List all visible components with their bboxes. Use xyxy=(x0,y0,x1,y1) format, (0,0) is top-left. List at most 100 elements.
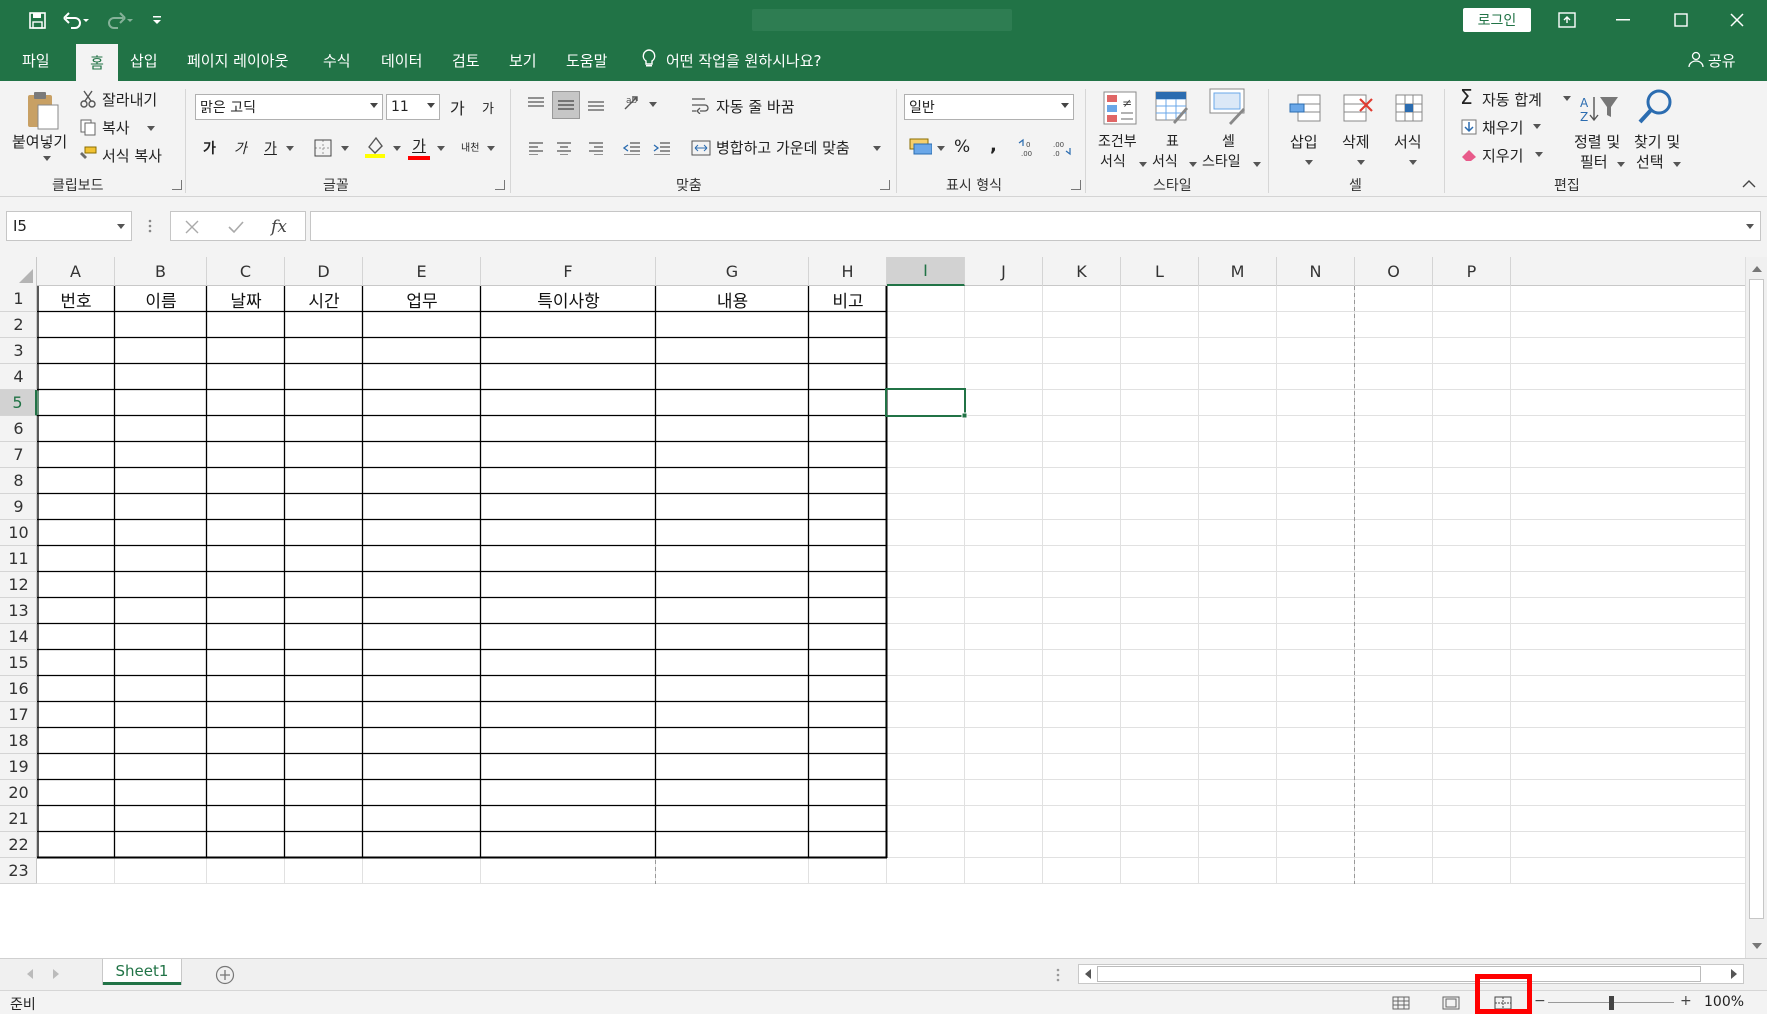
align-bottom-icon[interactable] xyxy=(584,93,608,115)
tab-split-handle-icon[interactable] xyxy=(1054,967,1062,983)
cell-styles-icon[interactable] xyxy=(1208,87,1248,127)
find-select-label-1[interactable]: 찾기 및 xyxy=(1634,131,1680,152)
column-header-i[interactable]: I xyxy=(887,257,965,286)
row-header-16[interactable]: 16 xyxy=(0,676,37,702)
row-header-19[interactable]: 19 xyxy=(0,754,37,780)
column-header-o[interactable]: O xyxy=(1355,257,1433,286)
column-header-e[interactable]: E xyxy=(363,257,481,286)
tab-review[interactable]: 검토 xyxy=(452,40,480,81)
formula-input[interactable] xyxy=(310,211,1761,241)
fill-color-icon[interactable] xyxy=(362,133,388,161)
tab-data[interactable]: 데이터 xyxy=(381,40,422,81)
font-launcher-icon[interactable] xyxy=(495,180,505,190)
fill-dropdown-icon[interactable] xyxy=(1530,121,1541,131)
merge-center-label[interactable]: 병합하고 가운데 맞춤 xyxy=(716,137,850,158)
fill-handle[interactable] xyxy=(961,412,968,419)
conditional-formatting-icon[interactable]: ≠ xyxy=(1102,89,1138,127)
vertical-scroll-thumb[interactable] xyxy=(1749,279,1764,919)
format-as-table-label-1[interactable]: 표 xyxy=(1166,131,1179,151)
align-left-icon[interactable] xyxy=(524,137,548,159)
merge-dropdown-icon[interactable] xyxy=(870,141,881,155)
align-top-icon[interactable] xyxy=(524,93,548,115)
format-as-table-label-2[interactable]: 서식 xyxy=(1152,151,1178,171)
find-dropdown-icon[interactable] xyxy=(1670,159,1681,169)
wrap-text-label[interactable]: 자동 줄 바꿈 xyxy=(716,96,795,117)
header-cell-f[interactable]: 특이사항 xyxy=(481,286,656,312)
redo-icon[interactable] xyxy=(102,8,138,32)
scroll-left-icon[interactable] xyxy=(1081,967,1095,981)
delete-cells-icon[interactable] xyxy=(1338,89,1376,127)
fill-label[interactable]: 채우기 xyxy=(1482,117,1523,138)
scroll-down-icon[interactable] xyxy=(1749,939,1765,953)
conditional-formatting-label-1[interactable]: 조건부 xyxy=(1098,131,1137,151)
tab-formulas[interactable]: 수식 xyxy=(323,40,351,81)
column-header-p[interactable]: P xyxy=(1433,257,1511,286)
sort-filter-icon[interactable]: AZ xyxy=(1578,89,1622,127)
confirm-entry-icon[interactable] xyxy=(227,218,245,236)
column-header-m[interactable]: M xyxy=(1199,257,1277,286)
column-header-n[interactable]: N xyxy=(1277,257,1355,286)
autosum-label[interactable]: 자동 합계 xyxy=(1482,89,1542,110)
sheet-tab-sheet1[interactable]: Sheet1 xyxy=(103,959,181,985)
borders-icon[interactable] xyxy=(310,136,336,160)
header-cell-d[interactable]: 시간 xyxy=(285,286,363,312)
normal-view-icon[interactable] xyxy=(1388,993,1414,1013)
name-box-dropdown-icon[interactable] xyxy=(117,224,125,229)
cut-icon[interactable] xyxy=(78,89,98,109)
format-cells-label[interactable]: 서식 xyxy=(1394,131,1422,152)
minimize-icon[interactable] xyxy=(1593,0,1653,40)
insert-dropdown-icon[interactable] xyxy=(1302,157,1313,167)
phonetic-button[interactable]: 내천 xyxy=(461,139,479,154)
format-painter-label[interactable]: 서식 복사 xyxy=(102,145,162,166)
close-icon[interactable] xyxy=(1707,0,1767,40)
column-header-c[interactable]: C xyxy=(207,257,285,286)
wrap-text-icon[interactable] xyxy=(690,94,712,116)
row-header-23[interactable]: 23 xyxy=(0,858,37,884)
row-header-2[interactable]: 2 xyxy=(0,312,37,338)
font-name-select[interactable]: 맑은 고딕 xyxy=(195,94,383,120)
row-header-14[interactable]: 14 xyxy=(0,624,37,650)
column-header-k[interactable]: K xyxy=(1043,257,1121,286)
tab-file[interactable]: 파일 xyxy=(22,40,50,81)
horizontal-scroll-thumb[interactable] xyxy=(1097,966,1701,982)
format-dropdown-icon[interactable] xyxy=(1406,157,1417,167)
sort-filter-label-2[interactable]: 필터 xyxy=(1580,151,1608,172)
cell-styles-label-1[interactable]: 셀 xyxy=(1222,131,1235,151)
align-center-icon[interactable] xyxy=(552,137,576,159)
column-header-h[interactable]: H xyxy=(809,257,887,286)
autosum-icon[interactable]: Σ xyxy=(1460,85,1473,109)
zoom-in-icon[interactable]: + xyxy=(1680,993,1692,1009)
find-select-icon[interactable] xyxy=(1634,87,1678,127)
conditional-dropdown-icon[interactable] xyxy=(1136,159,1147,169)
row-header-4[interactable]: 4 xyxy=(0,364,37,390)
header-cell-a[interactable]: 번호 xyxy=(37,286,115,312)
tell-me-search[interactable]: 어떤 작업을 원하시나요? xyxy=(642,40,822,81)
eraser-icon[interactable] xyxy=(1460,145,1478,165)
font-color-button[interactable]: 가 xyxy=(406,133,432,161)
row-header-3[interactable]: 3 xyxy=(0,338,37,364)
header-cell-b[interactable]: 이름 xyxy=(115,286,207,312)
ribbon-display-options-icon[interactable] xyxy=(1537,0,1597,40)
column-header-f[interactable]: F xyxy=(481,257,656,286)
comma-style-button[interactable]: , xyxy=(990,135,997,156)
delete-cells-label[interactable]: 삭제 xyxy=(1342,131,1370,152)
row-header-6[interactable]: 6 xyxy=(0,416,37,442)
row-header-10[interactable]: 10 xyxy=(0,520,37,546)
expand-formula-bar-icon[interactable] xyxy=(1746,224,1754,229)
copy-dropdown-icon[interactable] xyxy=(144,123,155,133)
column-header-b[interactable]: B xyxy=(115,257,207,286)
shrink-font-button[interactable]: 가 xyxy=(482,98,494,117)
header-cell-e[interactable]: 업무 xyxy=(363,286,481,312)
accounting-dropdown-icon[interactable] xyxy=(934,141,945,155)
italic-button[interactable]: 가 xyxy=(234,138,247,158)
header-cell-h[interactable]: 비고 xyxy=(809,286,887,312)
column-header-j[interactable]: J xyxy=(965,257,1043,286)
name-box[interactable]: I5 xyxy=(6,211,132,241)
zoom-out-icon[interactable]: − xyxy=(1534,993,1546,1009)
fill-icon[interactable] xyxy=(1460,117,1478,137)
horizontal-scrollbar[interactable] xyxy=(1078,964,1744,984)
row-header-20[interactable]: 20 xyxy=(0,780,37,806)
decrease-decimal-icon[interactable]: .00.0 xyxy=(1048,135,1078,161)
tab-insert[interactable]: 삽입 xyxy=(130,40,158,81)
tab-view[interactable]: 보기 xyxy=(509,40,537,81)
